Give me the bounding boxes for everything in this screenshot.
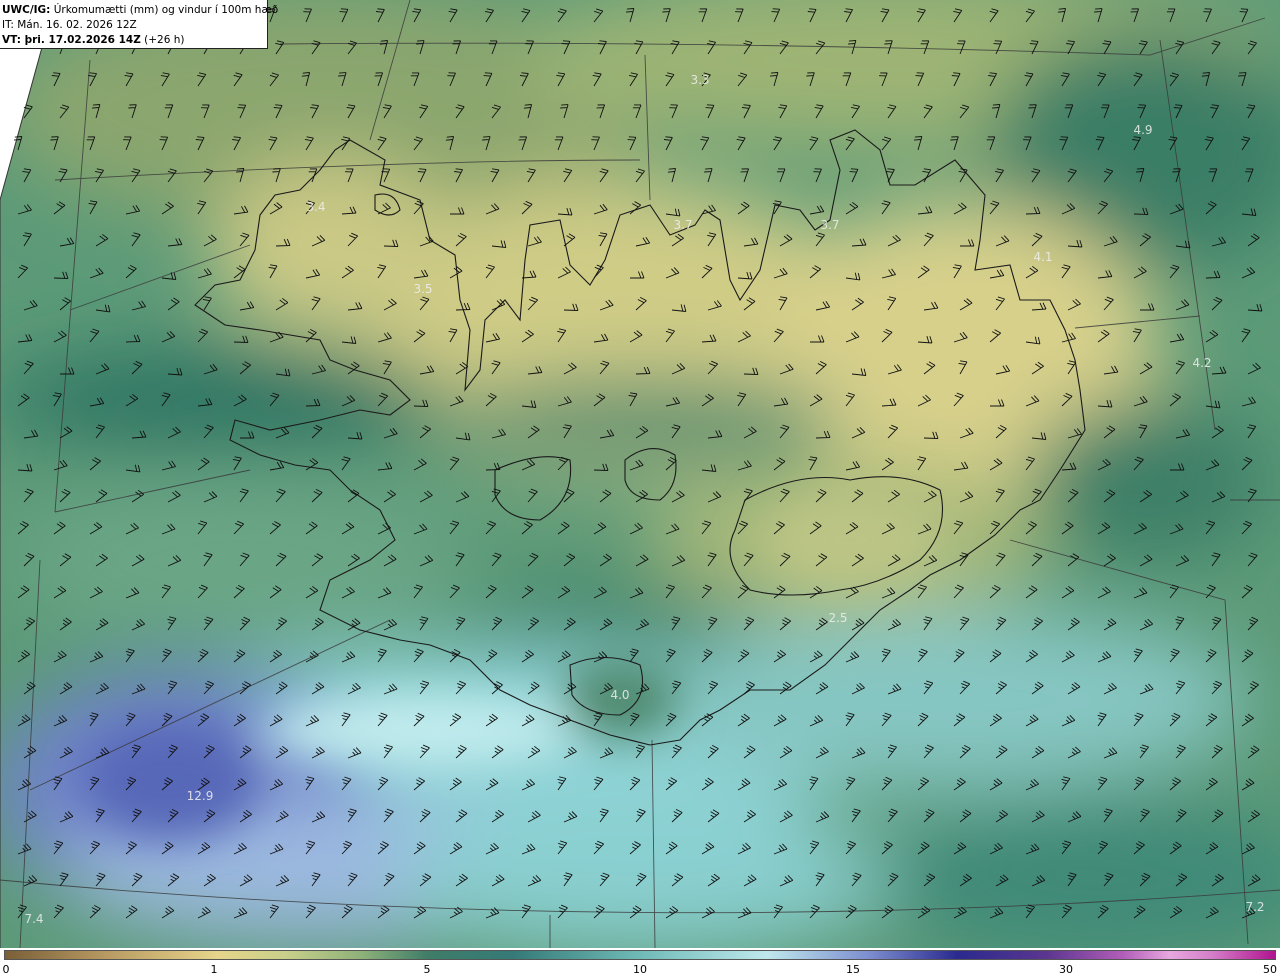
colorbar-tick: 1 (210, 963, 218, 976)
lead-time: (+26 h) (144, 34, 185, 46)
colorbar-tick: 30 (1059, 963, 1073, 976)
precipitation-field (0, 0, 1280, 948)
colorbar-tick: 10 (633, 963, 647, 976)
map-header: UWC/IG: Úrkomumætti (mm) og vindur í 100… (0, 0, 278, 49)
map-value-label: 3.4 (306, 200, 326, 214)
map-value-label: 3.7 (673, 218, 693, 232)
colorbar-tick: 15 (846, 963, 860, 976)
variable-name: Úrkomumætti (mm) og vindur í 100m hæð (53, 4, 279, 16)
valid-time-value: VT: þri. 17.02.2026 14Z (2, 34, 141, 46)
map-value-label: 12.9 (186, 789, 214, 803)
colorbar: 0 1 5 10 15 30 50 (0, 948, 1280, 978)
colorbar-strip (4, 950, 1276, 960)
initial-time: IT: Mán. 16. 02. 2026 12Z (2, 19, 137, 31)
colorbar-tick: 5 (423, 963, 431, 976)
colorbar-tick: 50 (1263, 963, 1277, 976)
colorbar-tick: 0 (2, 963, 10, 976)
map-value-label: 4.2 (1192, 356, 1212, 370)
valid-time: VT: þri. 17.02.2026 14Z (+26 h) (2, 33, 267, 48)
header-title: UWC/IG: Úrkomumætti (mm) og vindur í 100… (2, 3, 278, 18)
map-value-label: 4.0 (610, 688, 630, 702)
model-name: UWC/IG: (2, 4, 51, 16)
precipitation-map (0, 0, 1280, 948)
map-value-label: 2.5 (828, 611, 848, 625)
map-value-label: 3.7 (820, 218, 840, 232)
map-value-label: 3.5 (413, 282, 433, 296)
map-value-label: 7.4 (24, 912, 44, 926)
map-value-label: 3.3 (690, 73, 710, 87)
map-value-label: 4.9 (1133, 123, 1153, 137)
map-value-label: 7.2 (1245, 900, 1265, 914)
map-value-label: 4.1 (1033, 250, 1053, 264)
